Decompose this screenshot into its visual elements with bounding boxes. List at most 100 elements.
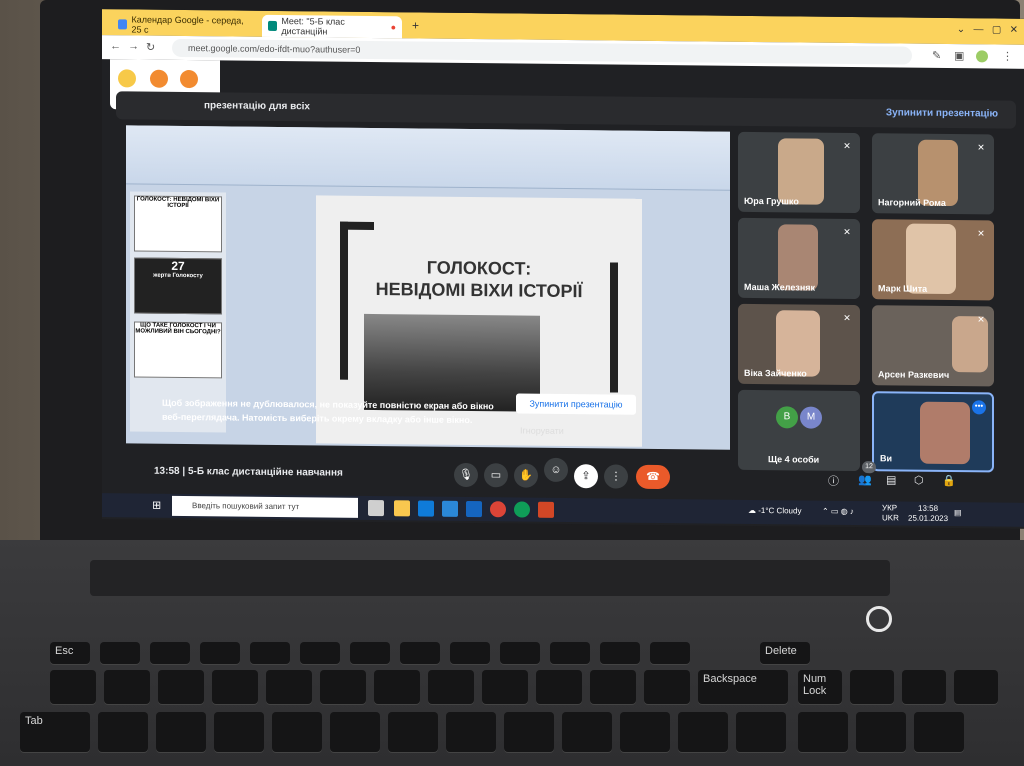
edge-icon[interactable] (418, 500, 434, 517)
end-call-button[interactable]: ☎ (636, 464, 670, 490)
chrome-icon[interactable] (490, 501, 506, 518)
slide-thumb-2[interactable]: 27 жертв Голокосту (134, 257, 222, 315)
key[interactable] (320, 670, 366, 704)
reload-icon[interactable]: ↻ (146, 41, 155, 54)
key[interactable] (536, 670, 582, 704)
task-view-icon[interactable] (368, 499, 384, 517)
key[interactable] (902, 670, 946, 704)
key[interactable] (562, 712, 612, 752)
weather[interactable]: ☁ -1°C Cloudy (748, 506, 801, 516)
key[interactable] (272, 712, 322, 752)
key[interactable] (428, 670, 474, 704)
chat-icon[interactable]: ▤ (886, 473, 896, 486)
delete-key[interactable]: Delete (760, 642, 810, 664)
ignore-button[interactable]: Ігнорувати (520, 426, 564, 436)
tab-meet[interactable]: Meet: "5-Б клас дистанційн ● (262, 14, 402, 39)
f4-key[interactable] (250, 642, 290, 664)
notifications-icon[interactable]: ▤ (954, 508, 962, 517)
windows-start-icon[interactable]: ⊞ (152, 499, 161, 512)
key[interactable] (798, 712, 848, 752)
participant-tile[interactable]: ✕ Марк Шита (872, 219, 994, 301)
key[interactable] (914, 712, 964, 752)
camera-button[interactable]: ▭ (484, 463, 508, 488)
key[interactable] (620, 712, 670, 752)
emoji-reactions-button[interactable]: ☺ (544, 457, 568, 483)
key[interactable] (374, 670, 420, 704)
present-screen-button[interactable]: ⇪ (574, 464, 598, 489)
participant-tile[interactable]: ✕ Юра Грушко (738, 131, 860, 214)
info-icon[interactable]: ⓘ (828, 473, 839, 489)
taskbar-search[interactable]: Введіть пошуковий запит тут (172, 495, 358, 518)
key[interactable] (104, 670, 150, 704)
f3-key[interactable] (200, 642, 240, 664)
key[interactable] (590, 670, 636, 704)
f6-key[interactable] (350, 642, 390, 664)
backspace-key[interactable]: Backspace (698, 670, 788, 704)
f7-key[interactable] (400, 642, 440, 664)
extensions-icon[interactable]: ✎ (932, 49, 941, 62)
back-icon[interactable]: ← (110, 40, 121, 52)
tray-icons[interactable]: ⌃ ▭ ◍ ♪ (822, 507, 854, 516)
key[interactable] (644, 670, 690, 704)
slide-thumb-3[interactable]: ЩО ТАКЕ ГОЛОКОСТ І ЧИ МОЖЛИВИЙ ВІН СЬОГО… (134, 321, 222, 379)
key[interactable] (158, 670, 204, 704)
people-icon[interactable]: 👥 (858, 473, 872, 486)
participant-tile[interactable]: ✕ Віка Зайченко (738, 303, 860, 386)
key[interactable] (50, 670, 96, 704)
more-options-icon[interactable]: ••• (972, 400, 986, 415)
key[interactable] (482, 670, 528, 704)
key[interactable] (212, 670, 258, 704)
f1-key[interactable] (100, 642, 140, 664)
f5-key[interactable] (300, 642, 340, 664)
key[interactable] (504, 712, 554, 752)
esc-key[interactable]: Esc (50, 642, 90, 664)
self-view-tile[interactable]: ••• Ви (872, 391, 994, 473)
participant-tile[interactable]: ✕ Нагорний Рома (872, 133, 994, 215)
numlock-key[interactable]: Num Lock (798, 670, 842, 704)
key[interactable] (856, 712, 906, 752)
new-tab-button[interactable]: + (412, 18, 419, 32)
key[interactable] (954, 670, 998, 704)
participant-tile[interactable]: ✕ Маша Железняк (738, 217, 860, 300)
f11-key[interactable] (600, 642, 640, 664)
key[interactable] (736, 712, 786, 752)
key[interactable] (98, 712, 148, 752)
power-button-icon[interactable] (866, 606, 892, 632)
mail-icon[interactable] (466, 500, 482, 518)
stop-presenting-button[interactable]: Зупинити презентацію (516, 393, 636, 415)
host-controls-icon[interactable]: 🔒 (942, 474, 956, 487)
participant-tile[interactable]: ✕ Арсен Разкевич (872, 305, 994, 387)
activities-icon[interactable]: ⬡ (914, 474, 924, 487)
key[interactable] (266, 670, 312, 704)
key[interactable] (850, 670, 894, 704)
profile-avatar[interactable] (976, 50, 988, 63)
chrome-active-icon[interactable] (514, 501, 530, 518)
key[interactable] (156, 712, 206, 752)
powerpoint-icon[interactable] (538, 501, 554, 518)
forward-icon[interactable]: → (128, 40, 139, 52)
tab-calendar[interactable]: Календар Google - середа, 25 с (112, 13, 262, 37)
f12-key[interactable] (650, 642, 690, 664)
key[interactable] (446, 712, 496, 752)
tab-key[interactable]: Tab (20, 712, 90, 752)
key[interactable] (330, 712, 380, 752)
taskbar-clock[interactable]: 13:58 25.01.2023 (908, 504, 948, 524)
f9-key[interactable] (500, 642, 540, 664)
f10-key[interactable] (550, 642, 590, 664)
address-bar[interactable]: meet.google.com/edo-ifdt-muo?authuser=0 (172, 38, 912, 65)
key[interactable] (678, 712, 728, 752)
stop-presenting-link[interactable]: Зупинити презентацію (886, 107, 998, 119)
file-explorer-icon[interactable] (394, 500, 410, 517)
sidebar-icon[interactable]: ▣ (954, 49, 964, 62)
slide-thumb-1[interactable]: ГОЛОКОСТ: НЕВІДОМІ ВІХИ ІСТОРІЇ (134, 195, 222, 253)
f8-key[interactable] (450, 642, 490, 664)
more-participants-tile[interactable]: В М Ще 4 особи (738, 389, 860, 472)
language-indicator[interactable]: УКР UKR (882, 503, 899, 523)
key[interactable] (214, 712, 264, 752)
mic-button[interactable]: 🎙 (454, 462, 478, 488)
f2-key[interactable] (150, 642, 190, 664)
key[interactable] (388, 712, 438, 752)
more-options-button[interactable]: ⋮ (604, 464, 628, 489)
menu-icon[interactable]: ⋮ (1002, 50, 1013, 63)
raise-hand-button[interactable]: ✋ (514, 463, 538, 488)
